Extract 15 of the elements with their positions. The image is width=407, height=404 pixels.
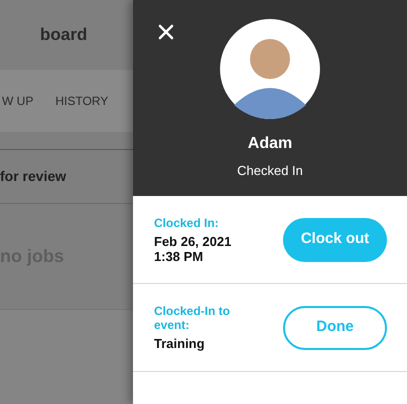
user-status: Checked In bbox=[237, 162, 303, 180]
field-label: Clocked In: bbox=[154, 216, 220, 230]
user-name: Adam bbox=[248, 134, 292, 154]
clock-out-button[interactable]: Clock out bbox=[283, 218, 387, 262]
section-heading: for review bbox=[0, 167, 66, 186]
field-value: 1:38 PM bbox=[154, 248, 204, 264]
field-value: Training bbox=[154, 336, 206, 351]
page-title: board bbox=[40, 24, 88, 46]
close-icon bbox=[158, 24, 174, 40]
tab[interactable]: W UP bbox=[2, 92, 34, 110]
field-label: Clocked-In to event: bbox=[154, 304, 232, 332]
close-button[interactable] bbox=[157, 23, 175, 41]
done-button[interactable]: Done bbox=[283, 306, 387, 350]
tab[interactable]: HISTORY bbox=[55, 92, 108, 110]
field-value: Feb 26, 2021 bbox=[154, 234, 232, 248]
